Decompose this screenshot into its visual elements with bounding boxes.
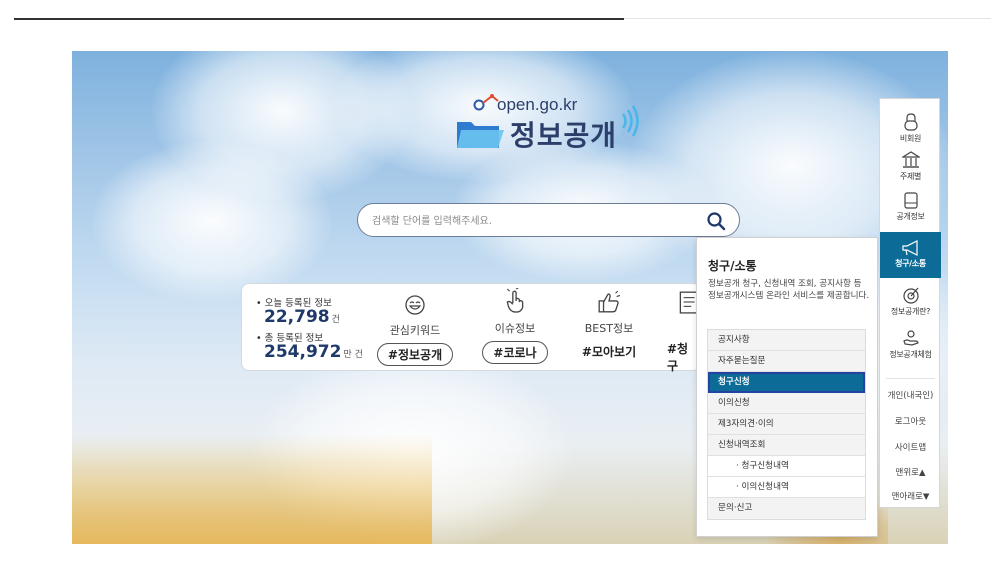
logo-title-text: 정보공개 (510, 119, 618, 152)
keyword-interest-label: 관심키워드 (389, 324, 441, 337)
scroll-bottom-button[interactable]: 맨아래로▼ (880, 490, 941, 502)
thumbs-up-icon (598, 290, 621, 313)
keyword-interest-tag[interactable]: #정보공개 (376, 343, 454, 366)
quick-topic-label: 주제별 (899, 172, 922, 181)
smile-icon (405, 295, 425, 315)
keyword-request-label (650, 320, 700, 333)
keyword-issue-tag[interactable]: #코로나 (482, 341, 548, 364)
menu-item-history[interactable]: 신청내역조회 (708, 435, 865, 456)
target-icon (902, 287, 919, 304)
today-count: 22,798 건 (264, 307, 340, 327)
quick-guest-label: 비회원 (899, 134, 922, 143)
quick-experience-label: 정보공개체험 (889, 350, 932, 359)
keyword-issue-label: 이슈정보 (494, 322, 536, 335)
menu-item-notice[interactable]: 공지사항 (708, 330, 865, 351)
menu-item-objection[interactable]: 이의신청 (708, 393, 865, 414)
wheat-field (72, 434, 432, 544)
folder-icon (903, 192, 918, 209)
keyword-best[interactable]: BEST정보 #모아보기 (564, 290, 654, 362)
quick-personal-link[interactable]: 개인(내국인) (880, 389, 941, 401)
menu-item-request[interactable]: 청구신청 (708, 372, 865, 393)
total-count: 254,972 만 건 (264, 342, 363, 362)
search-icon[interactable] (705, 210, 727, 232)
menu-list: 공지사항 자주묻는질문 청구신청 이의신청 제3자의견·이의 신청내역조회 · … (707, 329, 866, 520)
stats-panel: • 오늘 등록된 정보 22,798 건 • 총 등록된 정보 254,972 만 … (241, 283, 701, 373)
menu-item-third-party[interactable]: 제3자의견·이의 (708, 414, 865, 435)
keyword-request-tag[interactable]: #청구 (650, 338, 700, 376)
keyword-issue[interactable]: 이슈정보 #코로나 (470, 288, 560, 364)
keyword-interest[interactable]: 관심키워드 #정보공개 (370, 294, 460, 366)
top-divider-light (624, 18, 991, 19)
quick-about[interactable]: 정보공개란? (880, 286, 941, 317)
today-count-value: 22,798 (264, 307, 330, 327)
quick-experience[interactable]: 정보공개체험 (880, 329, 941, 360)
building-icon (901, 151, 920, 168)
quick-request-communication[interactable]: 청구/소통 (880, 232, 941, 278)
today-count-unit: 건 (331, 315, 340, 325)
menu-item-objection-history[interactable]: · 이의신청내역 (708, 477, 865, 498)
lock-icon (903, 113, 918, 131)
search-input[interactable] (372, 212, 692, 230)
total-count-unit: 만 건 (343, 350, 363, 360)
top-divider-dark (14, 18, 624, 20)
search-bar (357, 203, 740, 237)
keyword-request[interactable]: #청구 (650, 290, 700, 376)
quick-open-info[interactable]: 공개정보 (880, 191, 941, 222)
pointer-hand-icon (506, 288, 524, 313)
megaphone-icon (901, 240, 918, 256)
hand-person-icon (902, 330, 919, 346)
quick-about-label: 정보공개란? (890, 307, 931, 316)
total-count-value: 254,972 (264, 342, 342, 362)
quick-open-info-label: 공개정보 (896, 212, 925, 221)
menu-item-faq[interactable]: 자주묻는질문 (708, 351, 865, 372)
menu-item-inquiry[interactable]: 문의·신고 (708, 498, 865, 519)
quickbar-divider (886, 378, 935, 379)
keyword-best-tag[interactable]: #모아보기 (572, 341, 646, 362)
menu-description: 정보공개 청구, 신청내역 조회, 공지사항 등 정보공개시스템 온라인 서비스… (708, 279, 870, 301)
menu-title: 청구/소통 (708, 259, 757, 273)
keyword-best-label: BEST정보 (584, 322, 634, 335)
quick-sitemap-link[interactable]: 사이트맵 (880, 441, 941, 453)
quick-menu-bar: 비회원 주제별 공개정보 청구/소통 정보공개란? 정보공개체험 개인(내국인)… (879, 98, 941, 508)
quick-guest[interactable]: 비회원 (880, 113, 941, 144)
quick-topic[interactable]: 주제별 (880, 151, 941, 182)
menu-item-request-history[interactable]: · 청구신청내역 (708, 456, 865, 477)
logo-url-text: open.go.kr (497, 95, 578, 114)
quick-logout-link[interactable]: 로그아웃 (880, 415, 941, 427)
scroll-top-button[interactable]: 맨위로▲ (880, 466, 941, 478)
quick-request-communication-label: 청구/소통 (895, 259, 926, 268)
request-communication-menu: 청구/소통 정보공개 청구, 신청내역 조회, 공지사항 등 정보공개시스템 온… (696, 237, 878, 537)
